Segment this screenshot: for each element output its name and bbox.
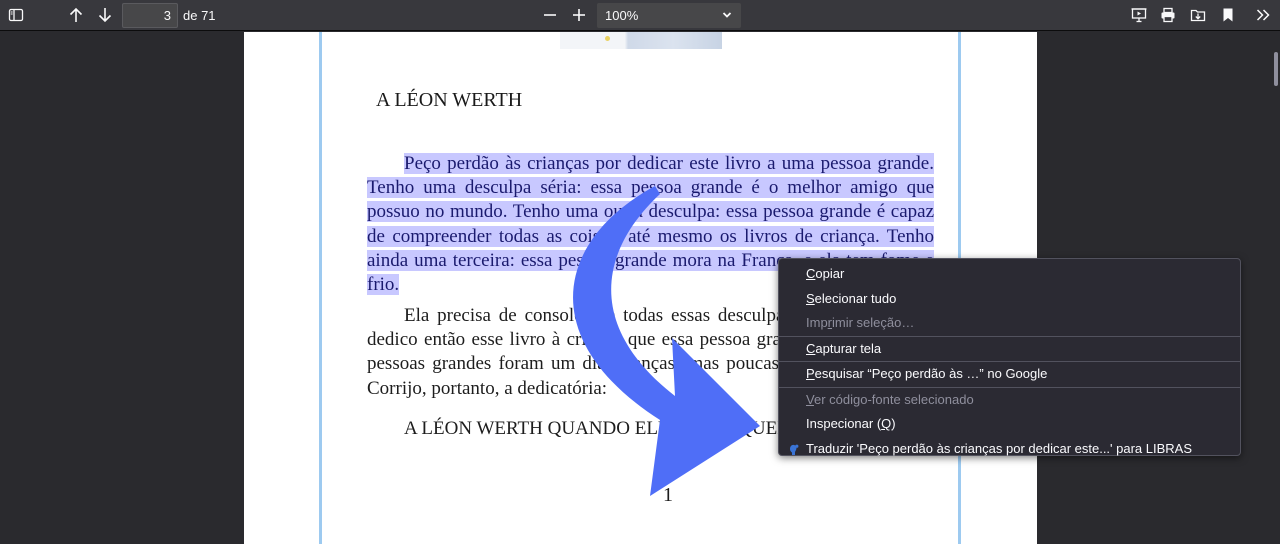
printer-icon xyxy=(1161,7,1175,23)
menu-item-copy[interactable]: Copiar xyxy=(779,262,1240,287)
sidebar-toggle-icon xyxy=(8,8,24,22)
zoom-select[interactable]: 100% xyxy=(597,3,741,28)
menu-item-select-all[interactable]: Selecionar tudo xyxy=(779,287,1240,312)
next-page-button[interactable] xyxy=(93,3,117,27)
scrollbar-thumb[interactable] xyxy=(1274,52,1278,86)
sidebar-toggle-button[interactable] xyxy=(4,3,28,27)
print-button[interactable] xyxy=(1156,3,1180,27)
page-illustration xyxy=(560,32,722,49)
presentation-mode-button[interactable] xyxy=(1127,3,1151,27)
pdf-toolbar: de 71 100% xyxy=(0,0,1280,31)
context-menu: Copiar Selecionar tudo Imprimir seleção…… xyxy=(778,258,1241,456)
page-number-input[interactable] xyxy=(122,3,178,28)
menu-item-print-selection: Imprimir seleção… xyxy=(806,315,915,330)
presentation-icon xyxy=(1131,8,1147,23)
chevron-down-icon xyxy=(722,12,732,18)
arrow-down-icon xyxy=(98,8,112,23)
dedication-closing-heading: A LÉON WERTH QUANDO ELE ERA PEQUENINO xyxy=(404,418,825,439)
menu-item-inspect[interactable]: Inspecionar (Q) xyxy=(779,412,1240,437)
menu-item-translate-libras[interactable]: Traduzir 'Peço perdão às crianças por de… xyxy=(779,437,1240,462)
menu-item-search-google[interactable]: Pesquisar “Peço perdão às …” no Google xyxy=(779,362,1240,387)
menu-item-take-screenshot[interactable]: Capturar tela xyxy=(779,337,1240,362)
tools-more-button[interactable] xyxy=(1251,3,1275,27)
page-number: 1 xyxy=(663,484,673,506)
menu-item-view-selection-source: Ver código-fonte selecionado xyxy=(806,391,974,407)
minus-icon xyxy=(544,14,556,16)
chevron-double-right-icon xyxy=(1256,9,1270,21)
save-button[interactable] xyxy=(1186,3,1210,27)
plus-icon xyxy=(573,9,585,21)
page-count-label: de 71 xyxy=(183,8,216,23)
zoom-value: 100% xyxy=(605,8,639,23)
zoom-out-button[interactable] xyxy=(538,3,562,27)
arrow-up-icon xyxy=(69,7,83,22)
zoom-in-button[interactable] xyxy=(567,3,591,27)
dedication-heading: A LÉON WERTH xyxy=(376,89,523,111)
save-download-icon xyxy=(1190,9,1206,22)
bookmark-button[interactable] xyxy=(1216,3,1240,27)
bookmark-icon xyxy=(1223,8,1233,22)
libras-hand-icon xyxy=(790,444,799,455)
viewer-scrollbar[interactable] xyxy=(1270,32,1280,544)
previous-page-button[interactable] xyxy=(64,3,88,27)
